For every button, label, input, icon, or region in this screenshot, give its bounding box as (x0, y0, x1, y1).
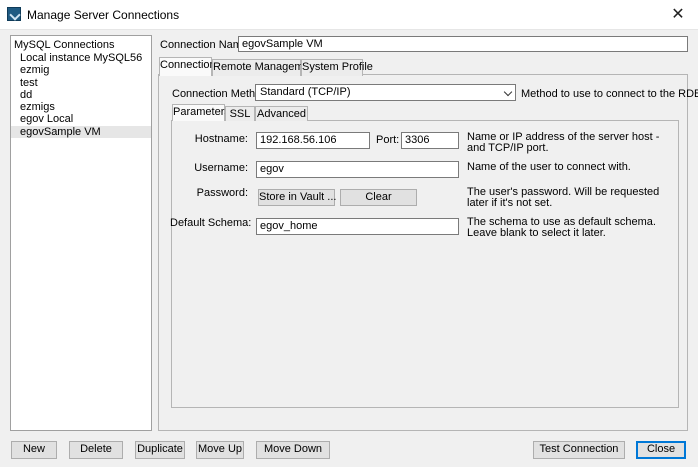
connections-list[interactable]: MySQL Connections Local instance MySQL56… (10, 35, 152, 431)
default-schema-input[interactable]: egov_home (256, 218, 459, 235)
tab-advanced[interactable]: Advanced (255, 106, 308, 121)
tab-remote-management[interactable]: Remote Management (212, 59, 319, 76)
password-label: Password: (196, 187, 248, 199)
username-hint: Name of the user to connect with. (467, 161, 631, 173)
port-label: Port: (376, 134, 400, 146)
connection-list-item[interactable]: dd (11, 89, 151, 101)
connection-list-item[interactable]: egov Local (11, 113, 151, 125)
move-down-button[interactable]: Move Down (256, 441, 330, 459)
connections-items: Local instance MySQL56 ezmig test dd ezmigs e… (11, 52, 151, 139)
mysql-workbench-icon (7, 7, 21, 21)
connection-list-item[interactable]: ezmigs (11, 101, 151, 113)
move-up-button[interactable]: Move Up (196, 441, 244, 459)
connection-list-item[interactable]: Local instance MySQL56 (11, 52, 151, 64)
tab-parameters[interactable]: Parameters (172, 104, 230, 121)
connection-list-item[interactable]: ezmig (11, 64, 151, 76)
tab-connection[interactable]: Connection (159, 57, 216, 76)
delete-connection-button[interactable]: Delete (69, 441, 123, 459)
connection-method-select[interactable]: Standard (TCP/IP) (255, 84, 516, 101)
new-connection-button[interactable]: New (11, 441, 57, 459)
title-bar: Manage Server Connections ✕ (0, 0, 698, 30)
tab-system-profile[interactable]: System Profile (301, 59, 373, 76)
hostname-label: Hostname: (194, 133, 248, 145)
chevron-down-icon (503, 87, 513, 97)
connection-list-item[interactable]: test (11, 77, 151, 89)
username-label: Username: (194, 162, 248, 174)
default-schema-label: Default Schema: (170, 217, 252, 229)
close-button[interactable]: Close (636, 441, 686, 459)
tab-ssl[interactable]: SSL (225, 106, 255, 121)
port-input[interactable]: 3306 (401, 132, 459, 149)
username-input[interactable]: egov (256, 161, 459, 178)
default-schema-hint: The schema to use as default schema. Lea… (467, 216, 656, 239)
clear-password-button[interactable]: Clear (340, 189, 417, 206)
password-hint: The user's password. Will be requested l… (467, 186, 660, 209)
test-connection-button[interactable]: Test Connection (533, 441, 625, 459)
connection-method-hint: Method to use to connect to the RDBMS (521, 88, 698, 100)
window-title: Manage Server Connections (27, 8, 180, 22)
duplicate-connection-button[interactable]: Duplicate (135, 441, 185, 459)
connection-method-value: Standard (TCP/IP) (260, 86, 351, 98)
connection-name-input[interactable]: egovSample VM (238, 36, 688, 52)
store-in-vault-button[interactable]: Store in Vault ... (258, 189, 336, 206)
hostname-hint: Name or IP address of the server host - … (467, 131, 660, 154)
hostname-input[interactable]: 192.168.56.106 (256, 132, 370, 149)
connection-list-item[interactable]: egovSample VM (11, 125, 151, 139)
connections-list-header: MySQL Connections (14, 39, 115, 51)
close-window-icon[interactable]: ✕ (658, 0, 698, 30)
